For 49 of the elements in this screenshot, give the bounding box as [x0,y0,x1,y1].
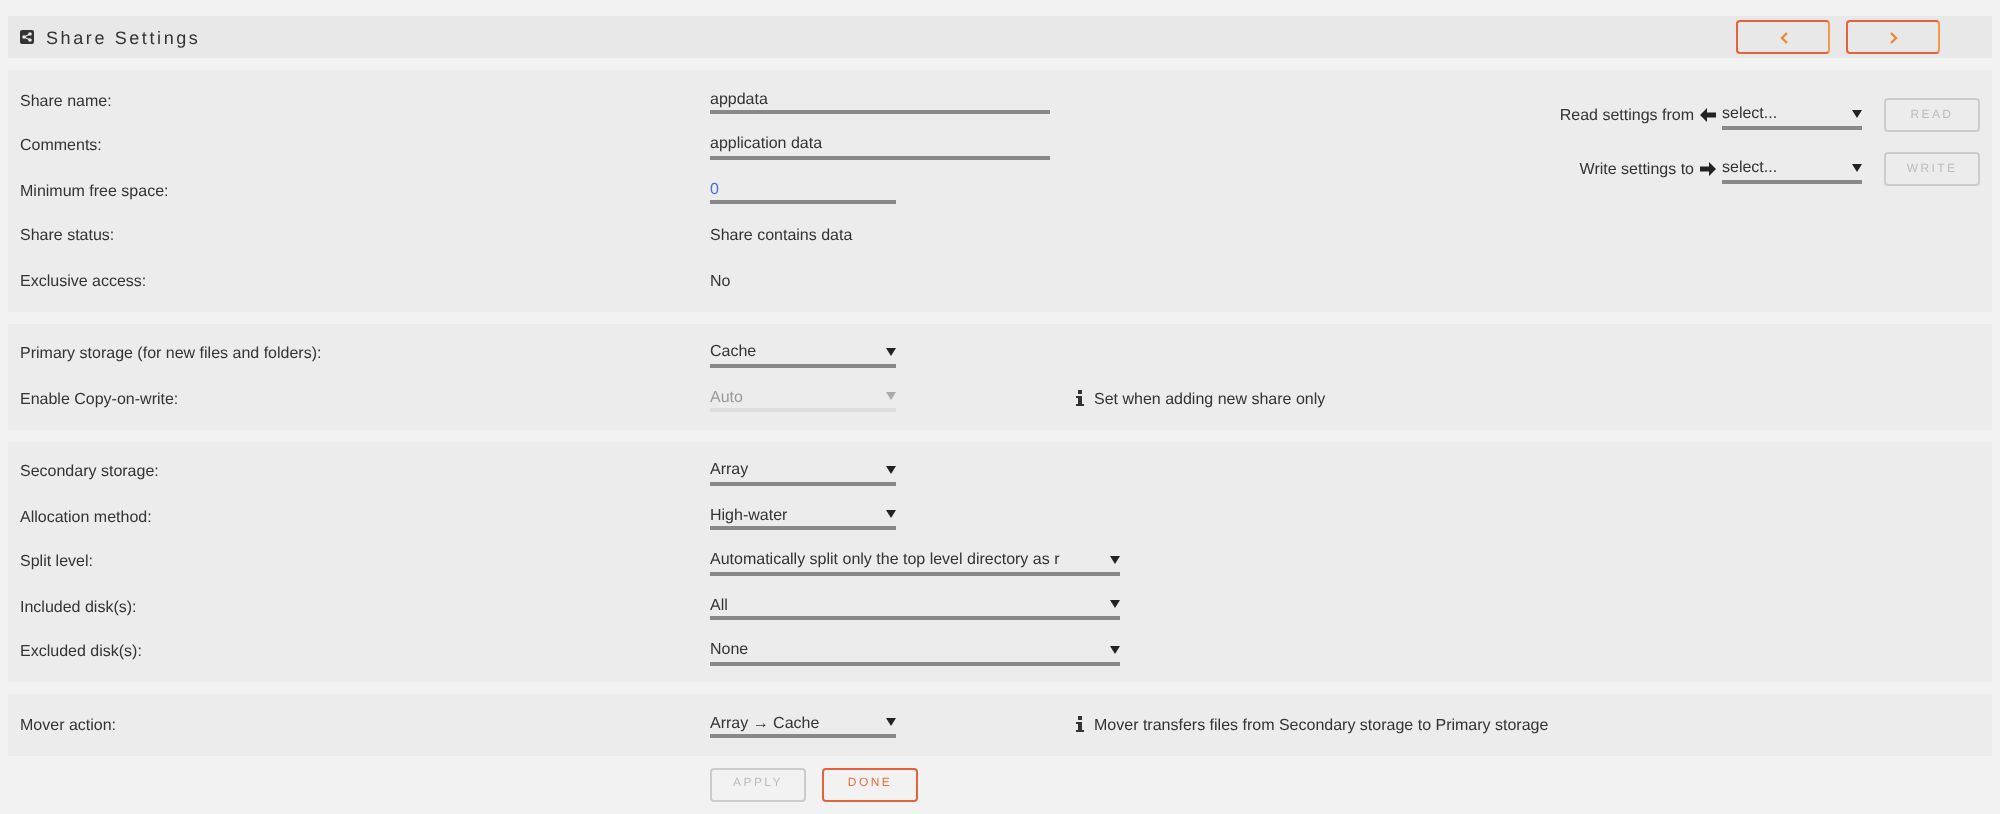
select-field[interactable]: Cache [710,339,896,368]
caret-icon [1852,163,1862,171]
field-label: Mover action: [20,715,119,734]
field-label: Minimum free space: [20,181,171,200]
next-button[interactable] [1846,20,1940,54]
field-label: Primary storage (for new files and folders): [20,344,324,363]
caret-icon [1110,555,1120,564]
left-arrow-icon [1700,108,1716,122]
select-field[interactable]: All [710,592,1120,621]
hint-text: Set when adding new share only [1094,389,1326,408]
caret-icon [1852,109,1862,117]
field-label: Exclusive access: [20,271,149,290]
input-field[interactable]: application data [710,131,1050,160]
caret-icon [1110,600,1120,609]
caret-icon [886,392,896,401]
input-field[interactable]: 0 [710,176,896,205]
field-label: Share status: [20,226,117,245]
field-label: Allocation method: [20,507,154,526]
input-field[interactable]: appdata [710,86,1050,115]
field-label: Excluded disk(s): [20,642,144,661]
share-icon [20,30,34,44]
previous-button[interactable] [1736,20,1830,54]
chevron-left-icon [1779,31,1787,43]
field-label: Split level: [20,552,95,571]
field-label: Comments: [20,136,104,155]
select-field[interactable]: Array [710,457,896,486]
caret-icon [1110,645,1120,654]
field-label: Read settings from [1559,106,1694,124]
field-label: Secondary storage: [20,462,161,481]
select-field[interactable]: Automatically split only the top level directory as r [710,547,1120,576]
field-label: Write settings to [1579,160,1694,178]
field-label: Enable Copy-on-write: [20,389,181,408]
field-label: Share name: [20,91,114,110]
chevron-right-icon [1889,31,1897,43]
field-label: Included disk(s): [20,597,139,616]
select-field[interactable]: None [710,637,1120,666]
caret-icon [886,347,896,356]
select-field[interactable]: Array → Cache [710,710,896,739]
info-icon [1076,716,1084,733]
caret-icon [886,465,896,474]
caret-icon [886,718,896,727]
page-title: Share Settings [46,27,203,47]
right-arrow-icon [1700,162,1716,176]
caret-icon [886,510,896,519]
value-text: Share contains data [710,226,853,245]
select-field[interactable]: High-water [710,502,896,531]
info-icon [1076,390,1084,407]
hint-text: Mover transfers files from Secondary storage to Primary storage [1094,715,1549,734]
value-text: No [710,271,731,290]
